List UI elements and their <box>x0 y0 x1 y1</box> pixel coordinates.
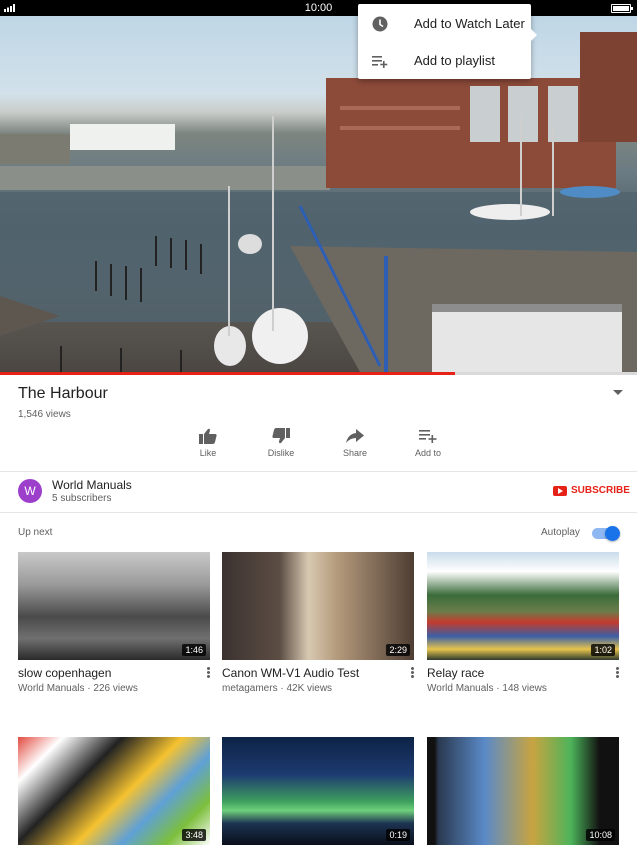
video-options-menu: Add to Watch Later Add to playlist <box>358 4 537 79</box>
divider <box>0 471 637 472</box>
video-duration: 0:19 <box>386 829 410 841</box>
subscriber-count: 5 subscribers <box>52 493 112 504</box>
add-to-button[interactable]: Add to <box>404 428 452 464</box>
video-card-meta: metagamers · 42K views <box>222 683 333 694</box>
view-count: 1,546 views <box>18 409 71 420</box>
video-thumbnail[interactable]: 3:48 <box>18 737 210 845</box>
more-options-icon[interactable] <box>411 667 414 679</box>
menu-item-label: Add to playlist <box>414 53 495 68</box>
thumb-up-icon <box>199 428 217 444</box>
video-card[interactable]: 3:48 <box>18 737 210 845</box>
video-duration: 3:48 <box>182 829 206 841</box>
video-card[interactable]: 0:19 <box>222 737 414 845</box>
share-button[interactable]: Share <box>331 428 379 464</box>
youtube-logo-icon <box>553 486 567 496</box>
expand-description-icon[interactable] <box>613 390 623 395</box>
video-card-title[interactable]: Canon WM-V1 Audio Test <box>222 666 359 680</box>
video-duration: 2:29 <box>386 644 410 656</box>
video-card-title[interactable]: slow copenhagen <box>18 666 111 680</box>
menu-item-watch-later[interactable]: Add to Watch Later <box>358 5 531 41</box>
toggle-knob <box>605 526 620 541</box>
autoplay-label: Autoplay <box>541 527 580 538</box>
video-duration: 1:46 <box>182 644 206 656</box>
video-thumbnail[interactable]: 0:19 <box>222 737 414 845</box>
video-progress-bar[interactable] <box>0 372 637 375</box>
video-thumbnail[interactable]: 1:02 <box>427 552 619 660</box>
subscribe-label: SUBSCRIBE <box>571 485 630 496</box>
menu-item-add-playlist[interactable]: Add to playlist <box>358 42 531 78</box>
dislike-label: Dislike <box>267 448 295 458</box>
video-thumbnail[interactable]: 2:29 <box>222 552 414 660</box>
like-label: Like <box>199 448 217 458</box>
video-card[interactable]: 1:46 slow copenhagen World Manuals · 226… <box>18 552 210 702</box>
clock-icon <box>372 16 388 32</box>
add-to-label: Add to <box>414 448 442 458</box>
video-card-meta: World Manuals · 226 views <box>18 683 138 694</box>
video-card-meta: World Manuals · 148 views <box>427 683 547 694</box>
up-next-heading: Up next <box>18 527 53 538</box>
video-card-title[interactable]: Relay race <box>427 666 484 680</box>
more-options-icon[interactable] <box>616 667 619 679</box>
video-card[interactable]: 10:08 <box>427 737 619 845</box>
autoplay-toggle[interactable] <box>592 526 620 541</box>
dislike-button[interactable]: Dislike <box>257 428 305 464</box>
video-card[interactable]: 1:02 Relay race World Manuals · 148 view… <box>427 552 619 702</box>
video-duration: 1:02 <box>591 644 615 656</box>
more-options-icon[interactable] <box>207 667 210 679</box>
status-bar: 10:00 <box>0 0 637 16</box>
share-label: Share <box>342 448 368 458</box>
video-card[interactable]: 2:29 Canon WM-V1 Audio Test metagamers ·… <box>222 552 414 702</box>
battery-icon <box>611 4 633 13</box>
video-duration: 10:08 <box>586 829 615 841</box>
video-actions: Like Dislike Share Add to <box>188 428 458 464</box>
video-player[interactable] <box>0 16 637 372</box>
share-icon <box>346 429 364 443</box>
video-title: The Harbour <box>18 385 108 402</box>
channel-avatar[interactable]: W <box>18 479 42 503</box>
video-progress-fill <box>0 372 456 375</box>
video-frame <box>0 32 637 372</box>
playlist-add-icon <box>419 430 437 443</box>
like-button[interactable]: Like <box>184 428 232 464</box>
video-thumbnail[interactable]: 10:08 <box>427 737 619 845</box>
playlist-add-icon <box>372 56 388 68</box>
status-time: 10:00 <box>304 2 333 14</box>
thumb-down-icon <box>272 428 290 444</box>
channel-name[interactable]: World Manuals <box>52 478 132 492</box>
divider <box>0 512 637 513</box>
menu-item-label: Add to Watch Later <box>414 16 525 31</box>
video-thumbnail[interactable]: 1:46 <box>18 552 210 660</box>
